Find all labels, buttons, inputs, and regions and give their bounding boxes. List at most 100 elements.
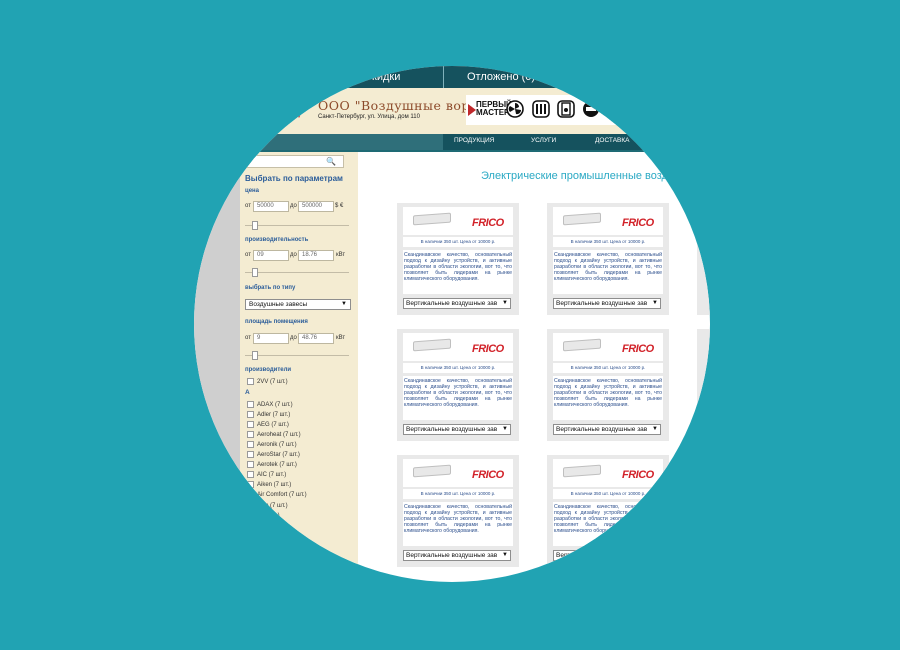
product-image[interactable]: FRICO <box>553 459 663 487</box>
manufacturer-checkbox[interactable]: ...ас (7 шт.) <box>247 502 288 509</box>
manufacturer-checkbox[interactable]: Air Comfort (7 шт.) <box>247 491 307 498</box>
product-description: Скандинавское качество, основательный по… <box>403 376 513 420</box>
category-select[interactable]: Вертикальные воздушные зав ▼ <box>553 424 661 435</box>
logo-icon[interactable] <box>292 104 306 118</box>
topbar-divider <box>443 66 444 88</box>
product-card[interactable]: FRICO В наличии 350 шт. Цена от 10000 р.… <box>397 203 519 315</box>
manufacturer-checkbox[interactable]: ...(7 шт.) <box>247 512 280 519</box>
product-image[interactable]: FRICO <box>553 207 663 235</box>
manufacturer-checkbox[interactable]: AIC (7 шт.) <box>247 471 286 478</box>
stock-info: В наличии 350 шт. Цена от 10000 р. <box>403 363 513 373</box>
product-card[interactable] <box>697 203 710 315</box>
air-curtain-icon <box>563 212 601 226</box>
product-image[interactable]: FRICO <box>553 333 663 361</box>
menu-item-services[interactable]: УСЛУГИ <box>531 137 556 144</box>
area-slider-handle[interactable] <box>252 351 258 360</box>
currency-label[interactable]: $ € <box>335 203 343 209</box>
price-to-input[interactable]: 500000 <box>298 201 334 212</box>
product-card[interactable]: FRICO В наличии 350 шт. Цена от 10000 р.… <box>547 455 669 567</box>
price-from-label: от <box>245 203 251 209</box>
type-select[interactable]: Воздушные завесы ▼ <box>245 299 351 310</box>
product-card[interactable] <box>697 329 710 441</box>
product-description: Скандинавское качество, основательный по… <box>403 502 513 546</box>
product-description: Скандинавское качество, основательный по… <box>403 250 513 294</box>
manufacturer-checkbox[interactable]: Adler (7 шт.) <box>247 411 290 418</box>
product-image[interactable]: FRICO <box>403 459 513 487</box>
search-icon[interactable]: 🔍 <box>326 157 336 166</box>
brand-logo: FRICO <box>472 469 504 481</box>
power-from-input[interactable]: 09 <box>253 250 289 261</box>
manufacturer-checkbox[interactable]: Aeronik (7 шт.) <box>247 441 297 448</box>
chevron-down-icon: ▼ <box>652 300 658 306</box>
power-to-input[interactable]: 18.76 <box>298 250 334 261</box>
manufacturer-checkbox[interactable]: AeroStar (7 шт.) <box>247 451 300 458</box>
brand-logo: FRICO <box>472 343 504 355</box>
company-address: Санкт-Петербург, ул. Улица, дом 110 <box>318 114 420 120</box>
category-select[interactable]: Вертикальные воздушные зав ▼ <box>403 424 511 435</box>
manufacturer-checkbox[interactable]: Aiken (7 шт.) <box>247 481 291 488</box>
brand-logo: FRICO <box>622 217 654 229</box>
category-select[interactable]: Вертикальные воздушные зав ▼ <box>553 298 661 309</box>
stock-info: В наличии 350 шт. Цена от 10000 р. <box>403 489 513 499</box>
category-select[interactable]: Вертикальные воздушные зав ▼ <box>403 298 511 309</box>
category-select[interactable]: Вертикальные воздушные зав ▼ <box>553 550 661 561</box>
air-curtain-icon <box>413 464 451 478</box>
brand-logo: FRICO <box>622 343 654 355</box>
product-card[interactable]: FRICO В наличии 350 шт. Цена от 10000 р.… <box>547 203 669 315</box>
brand-logo: FRICO <box>472 217 504 229</box>
partner-arrow-icon <box>468 104 476 116</box>
brand-logo: FRICO <box>622 469 654 481</box>
area-to-label: до <box>290 335 297 341</box>
manufacturer-checkbox[interactable]: AEG (7 шт.) <box>247 421 289 428</box>
product-description: Скандинавское качество, основательный по… <box>553 376 663 420</box>
product-description: Скандинавское качество, основательный по… <box>553 502 663 546</box>
radiator-icon <box>532 100 550 118</box>
area-from-input[interactable]: 9 <box>253 333 289 344</box>
manufacturer-checkbox[interactable]: Aerotek (7 шт.) <box>247 461 297 468</box>
price-from-input[interactable]: 50000 <box>253 201 289 212</box>
manufacturer-checkbox[interactable]: Aeroheat (7 шт.) <box>247 431 301 438</box>
zoom-circle: кидки Отложено (0) ООО "Воздушные ворота… <box>194 66 710 582</box>
stock-info: В наличии 350 шт. Цена от 10000 р. <box>553 363 663 373</box>
top-bar: кидки Отложено (0) <box>194 66 710 88</box>
manufacturers-label: производители <box>245 367 292 373</box>
product-image[interactable]: FRICO <box>403 333 513 361</box>
deferred-link[interactable]: Отложено (0) <box>467 71 535 83</box>
power-slider-track <box>245 272 349 273</box>
air-curtain-icon <box>563 338 601 352</box>
product-image[interactable]: FRICO <box>403 207 513 235</box>
type-label: выбрать по типу <box>245 285 296 291</box>
stock-info: В наличии 350 шт. Цена от 10000 р. <box>403 237 513 247</box>
discounts-link[interactable]: кидки <box>372 71 400 83</box>
area-label: площадь помещения <box>245 319 308 325</box>
air-curtain-icon <box>413 338 451 352</box>
air-curtain-icon <box>413 212 451 226</box>
page-title: Электрические промышленные возд <box>481 170 668 182</box>
manufacturer-checkbox[interactable]: 2VV (7 шт.) <box>247 378 288 385</box>
menu-item-delivery[interactable]: ДОСТАВКА <box>595 137 629 144</box>
category-select[interactable]: Вертикальные воздушные зав ▼ <box>403 550 511 561</box>
power-unit: кВт <box>336 252 346 258</box>
power-slider-handle[interactable] <box>252 268 258 277</box>
stock-info: В наличии 350 шт. Цена от 10000 р. <box>553 237 663 247</box>
price-slider-track <box>245 225 349 226</box>
fan-icon <box>506 100 524 118</box>
price-slider-handle[interactable] <box>252 221 258 230</box>
product-card[interactable]: FRICO В наличии 350 шт. Цена от 10000 р.… <box>397 329 519 441</box>
manufacturer-checkbox[interactable]: ADAX (7 шт.) <box>247 401 293 408</box>
menu-item-products[interactable]: ПРОДУКЦИЯ <box>454 137 494 144</box>
air-curtain-icon <box>563 464 601 478</box>
filter-title: Выбрать по параметрам <box>245 174 343 183</box>
power-from-label: от <box>245 252 251 258</box>
area-from-label: от <box>245 335 251 341</box>
area-unit: кВт <box>336 335 346 341</box>
chevron-down-icon: ▼ <box>652 552 658 558</box>
boiler-icon <box>557 100 575 118</box>
type-select-value: Воздушные завесы <box>249 301 308 308</box>
product-card[interactable]: FRICO В наличии 350 шт. Цена от 10000 р.… <box>397 455 519 567</box>
product-description: Скандинавское качество, основательный по… <box>553 250 663 294</box>
product-card[interactable]: FRICO В наличии 350 шт. Цена от 10000 р.… <box>547 329 669 441</box>
heater-icon <box>583 101 599 117</box>
power-label: производительность <box>245 237 309 243</box>
area-to-input[interactable]: 48.76 <box>298 333 334 344</box>
